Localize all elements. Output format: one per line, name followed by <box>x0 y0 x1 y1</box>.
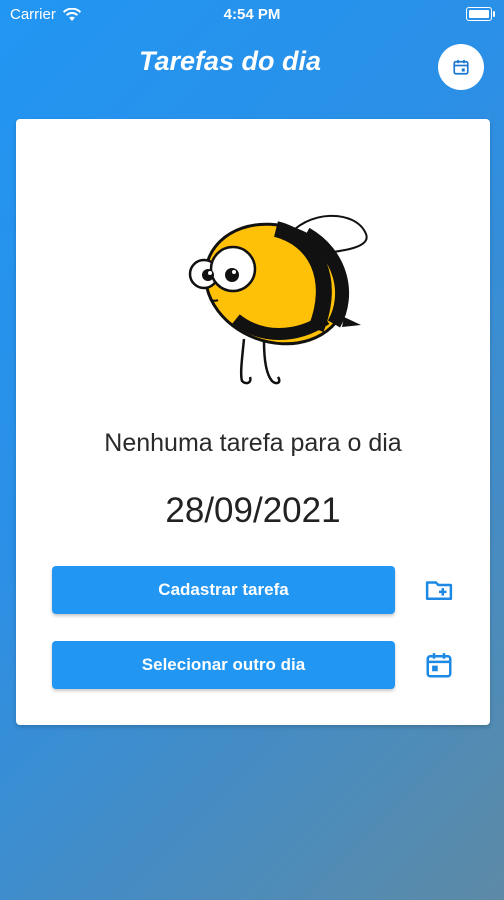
empty-message: Nenhuma tarefa para o dia <box>104 429 402 457</box>
calendar-icon[interactable] <box>424 650 454 680</box>
calendar-button[interactable] <box>438 44 484 90</box>
selected-date: 28/09/2021 <box>165 491 341 530</box>
register-task-button[interactable]: Cadastrar tarefa <box>52 566 395 614</box>
status-time: 4:54 PM <box>223 6 281 23</box>
status-bar: Carrier 4:54 PM <box>0 0 504 30</box>
empty-state-card: Nenhuma tarefa para o dia 28/09/2021 Cad… <box>16 119 490 725</box>
select-day-button[interactable]: Selecionar outro dia <box>52 641 395 689</box>
bee-illustration <box>188 214 368 385</box>
folder-add-icon[interactable] <box>424 575 454 605</box>
battery-icon <box>466 7 495 21</box>
page-title: Tarefas do dia <box>138 46 322 76</box>
calendar-icon <box>453 59 469 75</box>
